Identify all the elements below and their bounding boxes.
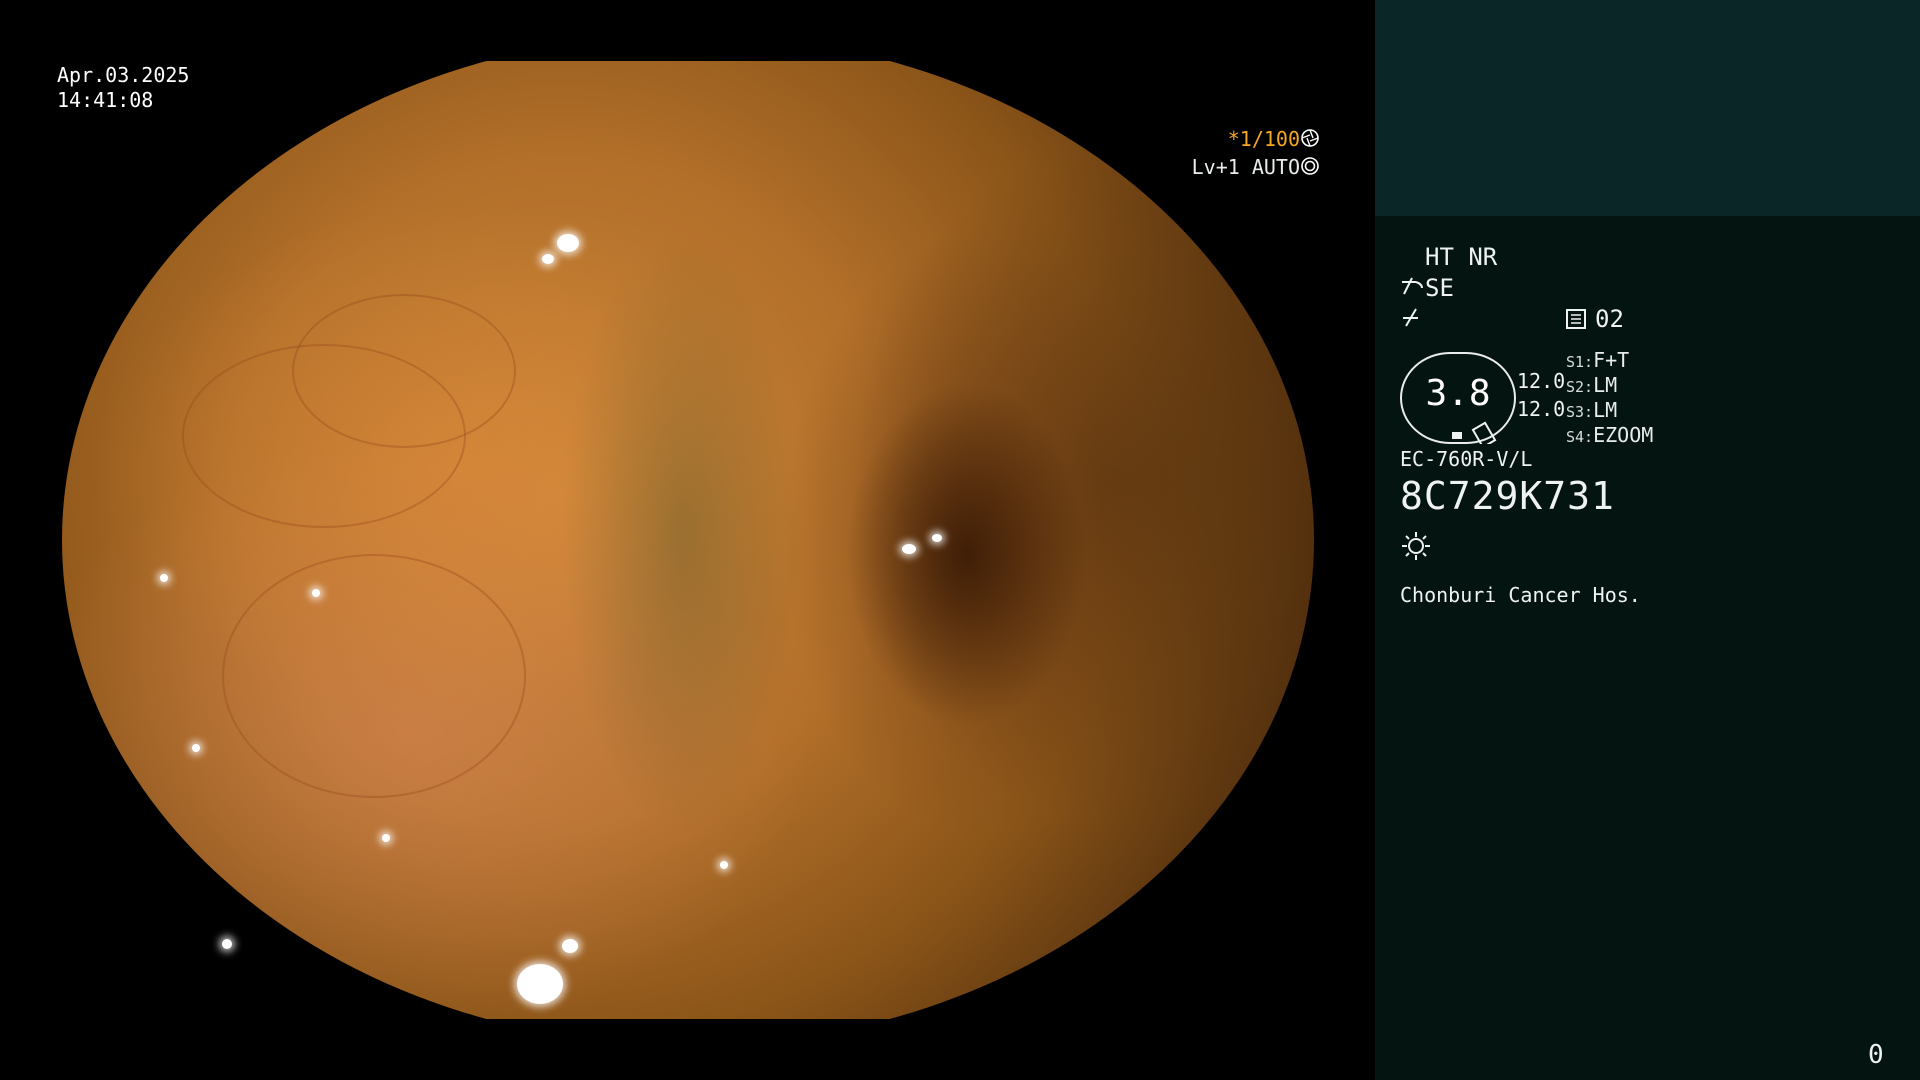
light-reflection <box>542 254 554 264</box>
exam-time: 14:41:08 <box>57 88 154 112</box>
color-mode-icon <box>1400 306 1424 332</box>
memory-value: 02 <box>1595 305 1624 333</box>
light-reflection <box>562 939 578 953</box>
gauge-indicator <box>1452 432 1462 439</box>
switch-row: S4:EZOOM <box>1566 423 1654 447</box>
mucosal-vessel <box>222 554 526 798</box>
info-panel <box>1375 0 1920 1080</box>
endoscope-view: Apr.03.2025 14:41:08 *1/100 Lv+1 AUTO <box>0 0 1375 1080</box>
brightness-gauge: 3.8 <box>1400 352 1516 444</box>
iris-icon <box>1300 155 1320 183</box>
scope-value-2: 12.0 <box>1517 397 1566 421</box>
light-reflection <box>517 964 563 1004</box>
scope-serial: 8C729K731 <box>1400 474 1615 518</box>
switch-row: S1:F+T <box>1566 348 1630 372</box>
light-reflection <box>222 939 232 949</box>
exposure-info: *1/100 Lv+1 AUTO <box>1020 97 1320 179</box>
structure-enhance-icon <box>1400 276 1424 302</box>
gauge-value: 3.8 <box>1425 373 1491 414</box>
light-reflection <box>160 574 168 582</box>
processing-mode: HT NR <box>1425 243 1498 271</box>
iris-mode: Lv+1 AUTO <box>1191 155 1300 179</box>
light-reflection <box>932 534 942 542</box>
institution-name: Chonburi Cancer Hos. <box>1400 583 1641 607</box>
switch-list: S1:F+T S2:LM S3:LM S4:EZOOM <box>1566 348 1653 448</box>
memory-card-icon <box>1565 308 1587 334</box>
panel-header-area <box>1375 0 1920 216</box>
switch-row: S3:LM <box>1566 398 1618 422</box>
iris-row: Lv+1 AUTO <box>1119 125 1320 211</box>
exam-date: Apr.03.2025 <box>57 63 190 87</box>
light-reflection <box>557 234 579 252</box>
light-reflection <box>312 589 320 597</box>
scope-model: EC-760R-V/L <box>1400 447 1533 471</box>
light-reflection <box>382 834 390 842</box>
page-counter: 0 <box>1868 1040 1884 1070</box>
mucosal-vessel <box>292 294 516 448</box>
light-reflection <box>192 744 200 752</box>
scope-value-1: 12.0 <box>1517 369 1566 393</box>
light-reflection <box>720 861 728 869</box>
enhancement-mode: SE <box>1425 274 1454 302</box>
light-reflection <box>902 544 916 554</box>
switch-row: S2:LM <box>1566 373 1618 397</box>
light-sun-icon <box>1400 530 1432 566</box>
